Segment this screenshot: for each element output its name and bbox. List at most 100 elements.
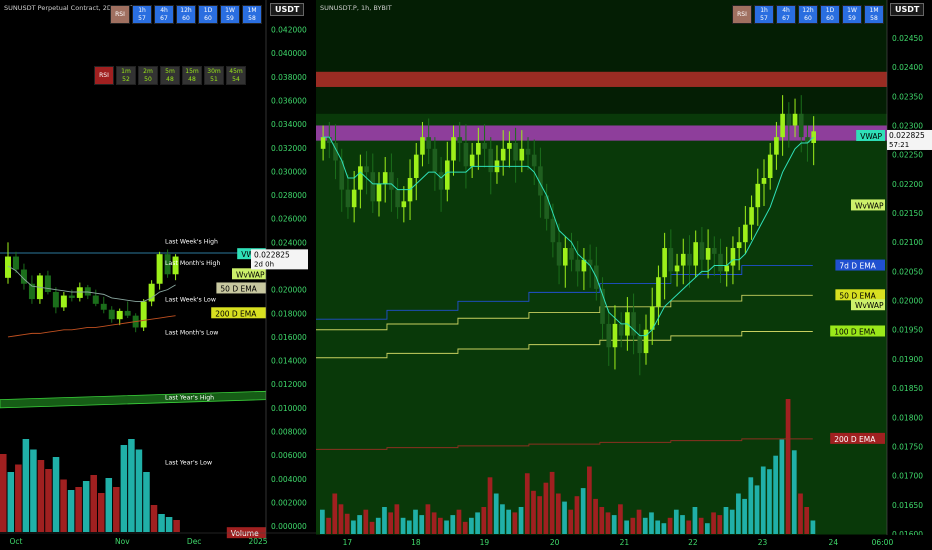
left-candle-body xyxy=(52,292,59,308)
right-candle-body xyxy=(662,248,667,278)
right-y-tick-label: 0.02250 xyxy=(892,151,923,160)
right-volume-bar xyxy=(431,512,437,534)
right-volume-bar xyxy=(512,512,518,534)
rsi-cell-5m: 5m 48 xyxy=(160,66,180,85)
rsi-cell-1h: 1h 57 xyxy=(754,5,774,24)
right-candle-body xyxy=(755,183,761,208)
left-candle-body xyxy=(92,295,99,304)
rsi-timeframe: 5m xyxy=(165,67,175,75)
left-y-tick-label: 0.012000 xyxy=(271,380,307,389)
right-last-price-countdown: 57:21 xyxy=(889,141,909,149)
left-volume-bar xyxy=(97,493,105,532)
right-candle-body xyxy=(476,142,481,155)
right-volume-bar xyxy=(444,520,449,534)
right-volume-bar xyxy=(642,517,648,534)
right-candle-body xyxy=(774,137,779,155)
right-candle-body xyxy=(705,248,711,260)
right-candle-body xyxy=(426,137,431,149)
left-volume-bar xyxy=(7,472,15,532)
right-candle-body xyxy=(798,113,804,138)
right-volume-bar xyxy=(537,496,543,534)
left-y-tick-label: 0.020000 xyxy=(271,286,307,295)
right-candle-body xyxy=(420,137,425,155)
rsi-cell-15m: 15m 48 xyxy=(182,66,202,85)
rsi-value: 52 xyxy=(122,75,130,83)
left-volume-bar xyxy=(135,449,143,532)
right-y-tick-label: 0.01800 xyxy=(892,413,923,422)
right-candle-body xyxy=(749,207,754,225)
right-candle-body xyxy=(444,160,450,190)
right-tag-label: 100 D EMA xyxy=(834,327,876,336)
left-last-price: 0.022825 xyxy=(254,250,290,259)
right-volume-bar xyxy=(698,517,704,534)
rsi-value: 51 xyxy=(210,75,218,83)
right-y-tick-label: 0.01750 xyxy=(892,442,923,451)
right-candle-body xyxy=(724,265,730,272)
right-chart-panel[interactable]: VWAP WvWAP 7d D EMA 50 D EMA WvWAP 100 D EMA 2… xyxy=(316,0,932,550)
right-y-tick-label: 0.02050 xyxy=(892,267,923,276)
right-volume-bar xyxy=(611,515,617,534)
left-rsi-top-table: RSI 1h 57 4h 67 12h 60 1D 60 1W 59 1M 58 xyxy=(110,5,262,24)
rsi-cell-1m: 1m 52 xyxy=(116,66,136,85)
right-candle-body xyxy=(767,154,773,178)
left-tag-label: 50 D EMA xyxy=(220,284,257,293)
left-chart-panel[interactable]: Last Week's High Last Month's High Last We… xyxy=(0,0,316,550)
right-candle-body xyxy=(761,178,767,184)
right-candle-body xyxy=(606,323,612,348)
right-candle-body xyxy=(550,218,556,243)
right-y-tick-label: 0.01900 xyxy=(892,355,923,364)
left-y-tick-label: 0.034000 xyxy=(271,120,307,129)
right-tag-label: 200 D EMA xyxy=(834,435,876,444)
rsi-cell-4h: 4h 67 xyxy=(154,5,174,24)
right-y-tick-label: 0.02300 xyxy=(892,121,923,130)
right-volume-bar xyxy=(382,507,387,534)
left-y-tick-label: 0.008000 xyxy=(271,428,307,437)
right-volume-bar xyxy=(351,520,356,534)
right-volume-bar xyxy=(524,473,530,534)
left-x-tick-label: Dec xyxy=(187,537,202,546)
right-y-tick-label: 0.01850 xyxy=(892,384,923,393)
rsi-timeframe: 45m xyxy=(229,67,243,75)
left-volume-bar xyxy=(52,457,60,532)
right-volume-bar xyxy=(456,509,462,534)
zone-resistance xyxy=(316,71,887,87)
right-candle-body xyxy=(513,142,518,161)
rsi-timeframe: 4h xyxy=(160,6,168,14)
right-volume-bar xyxy=(394,504,400,534)
right-candle-body xyxy=(699,242,705,260)
left-candle-body xyxy=(76,287,83,298)
rsi-timeframe: 1W xyxy=(847,6,857,14)
right-x-tick-label: 17 xyxy=(343,538,353,547)
right-volume-bar xyxy=(593,498,598,534)
right-chart-canvas[interactable]: VWAPWvWAP7d D EMA50 D EMAWvWAP100 D EMA2… xyxy=(316,0,932,550)
right-tag-label: WvWAP xyxy=(855,201,884,210)
right-volume-bar xyxy=(363,509,369,534)
rsi-timeframe: 1h xyxy=(138,6,146,14)
left-volume-bar xyxy=(113,487,120,532)
left-candle-body xyxy=(108,309,115,320)
rsi-timeframe: 4h xyxy=(782,6,790,14)
left-y-tick-label: 0.028000 xyxy=(271,191,307,200)
rsi-timeframe: 1M xyxy=(869,6,879,14)
right-volume-bar xyxy=(462,521,468,534)
right-volume-bar xyxy=(791,450,797,534)
right-y-tick-label: 0.02200 xyxy=(892,180,923,189)
right-x-tick-label: 20 xyxy=(550,538,560,547)
right-x-tick-label: 06:00 xyxy=(872,538,894,547)
left-x-tick-label: 2025 xyxy=(248,537,267,546)
right-candle-body xyxy=(637,335,643,354)
right-candle-body xyxy=(712,248,717,254)
indicator-label: Last Year's Low xyxy=(165,460,212,467)
rsi-cell-1M: 1M 58 xyxy=(864,5,884,24)
right-candle-body xyxy=(320,137,326,149)
left-volume-bar xyxy=(158,514,165,532)
left-volume-bar xyxy=(75,487,82,532)
left-y-tick-label: 0.040000 xyxy=(271,49,307,58)
rsi-value: 59 xyxy=(226,14,234,22)
right-candle-body xyxy=(780,113,785,138)
right-candle-body xyxy=(575,259,581,272)
rsi-timeframe: 2m xyxy=(143,67,153,75)
left-y-tick-label: 0.006000 xyxy=(271,451,307,460)
rsi-timeframe: 12h xyxy=(802,6,814,14)
right-candle-body xyxy=(345,189,351,208)
